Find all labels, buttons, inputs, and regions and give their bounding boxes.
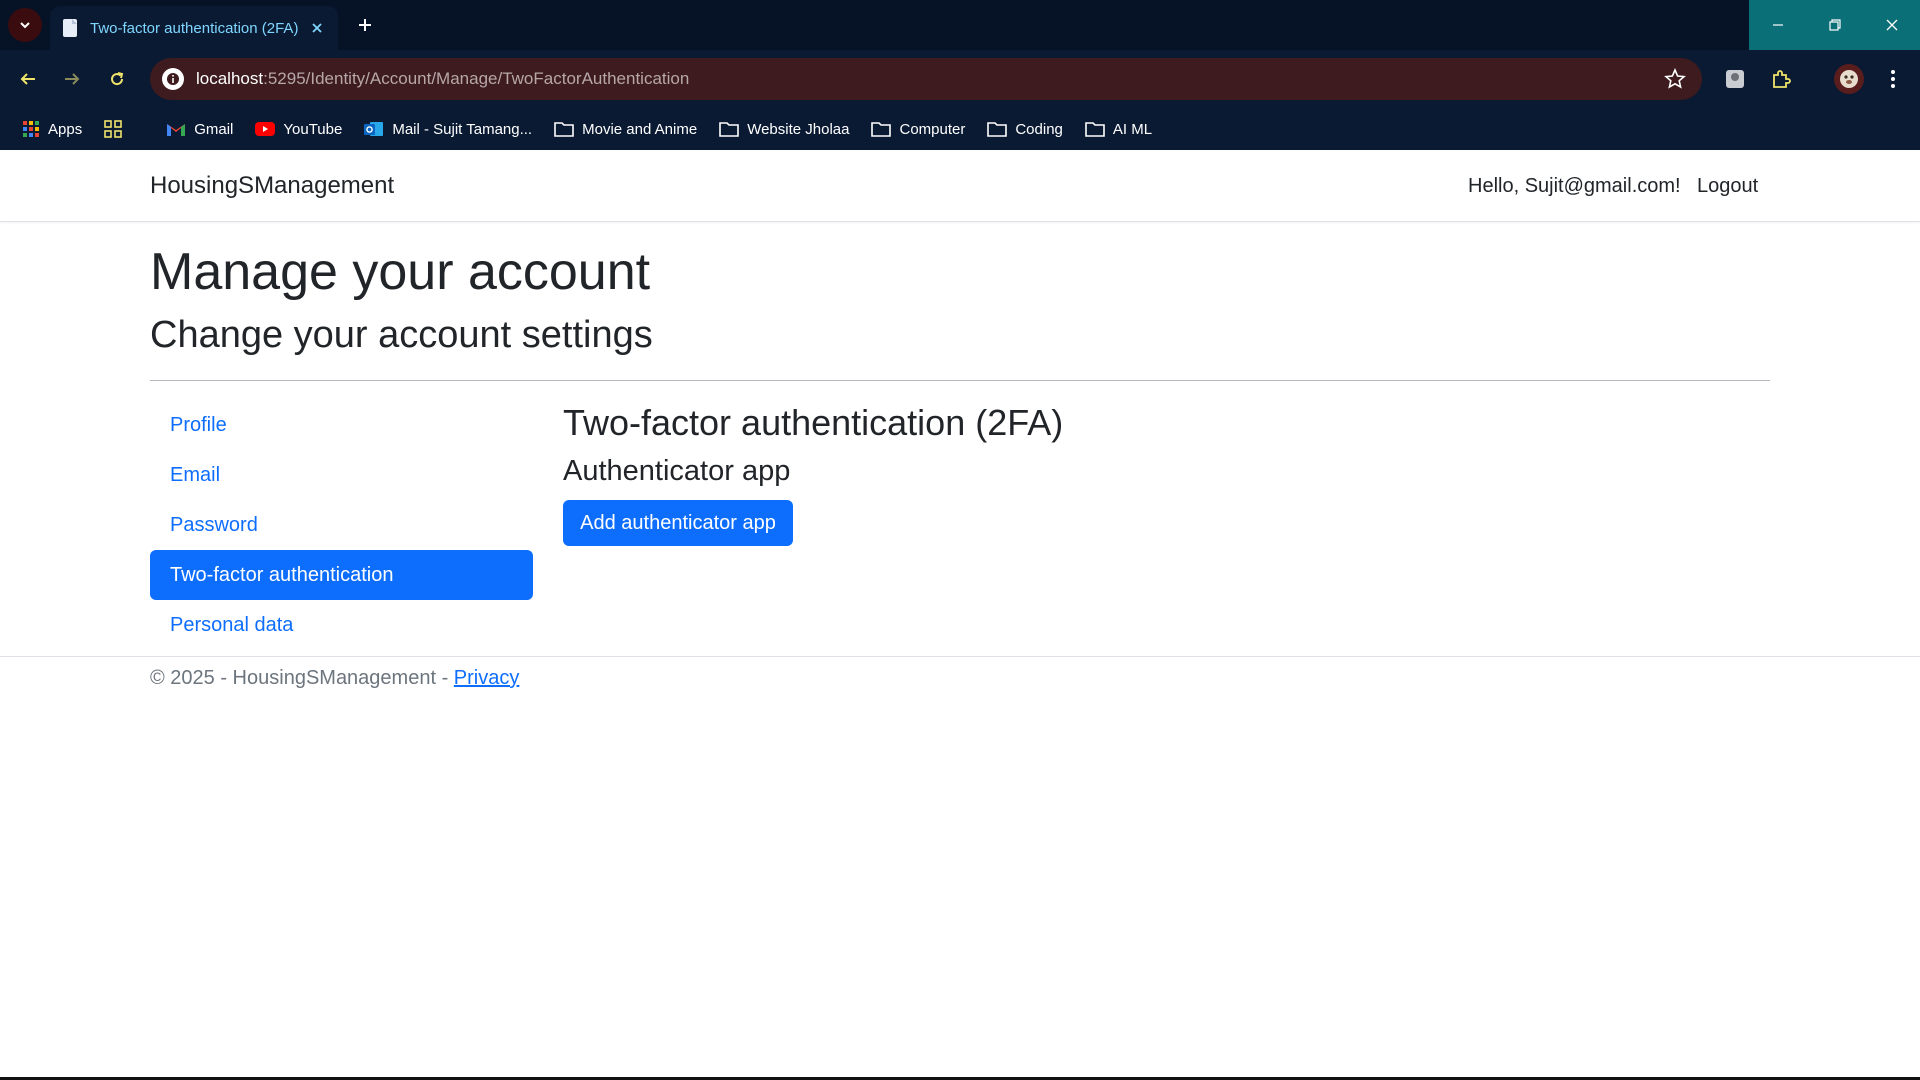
browser-toolbar: localhost:5295/Identity/Account/Manage/T… [0, 50, 1920, 108]
reload-icon [111, 72, 124, 86]
divider [150, 380, 1770, 381]
page-icon [60, 18, 80, 38]
copyright-text: © 2025 - HousingSManagement - [150, 667, 454, 689]
page-title: Manage your account [150, 243, 651, 301]
folder-icon [554, 122, 574, 137]
new-tab-button[interactable] [350, 10, 380, 40]
bookmark-folder[interactable]: AI ML [1085, 121, 1152, 138]
bookmark-youtube[interactable]: YouTube [255, 121, 342, 138]
bookmark-label: AI ML [1112, 120, 1153, 138]
bookmark-star-icon[interactable] [1664, 68, 1686, 90]
site-info-icon[interactable] [162, 68, 184, 90]
forward-button[interactable] [57, 64, 87, 94]
nav-item-profile[interactable]: Profile [150, 400, 533, 450]
url-host: localhost [196, 69, 264, 88]
add-authenticator-button[interactable]: Add authenticator app [563, 500, 793, 546]
bookmark-label: Gmail [194, 120, 234, 138]
bookmark-label: Computer [899, 120, 966, 138]
grid-icon [104, 120, 123, 138]
bookmark-label: Movie and Anime [582, 120, 698, 138]
nav-item-password[interactable]: Password [150, 500, 533, 550]
folder-icon [719, 122, 739, 137]
bookmark-label: YouTube [283, 120, 343, 138]
manage-nav: Profile Email Password Two-factor authen… [150, 400, 533, 650]
section-title: Two-factor authentication (2FA) [563, 402, 1064, 443]
minimize-button[interactable] [1749, 0, 1806, 50]
bookmark-label: Coding [1015, 120, 1063, 138]
plus-icon [359, 19, 371, 31]
brand-link[interactable]: HousingSManagement [150, 172, 394, 200]
folder-icon [987, 122, 1008, 137]
tab-title: Two-factor authentication (2FA) [90, 19, 299, 37]
footer-text: © 2025 - HousingSManagement - Privacy [150, 667, 519, 690]
kebab-menu-icon [1891, 70, 1895, 88]
extension-button[interactable] [1720, 64, 1750, 94]
bookmarks-bar: Apps Gmail YouTube Mail - Sujit Tamang..… [0, 108, 1920, 150]
restore-button[interactable] [1806, 0, 1863, 50]
puzzle-icon [1773, 70, 1791, 88]
footer: © 2025 - HousingSManagement - Privacy [0, 656, 1920, 689]
bookmark-folder[interactable]: Website Jholaa [719, 121, 849, 138]
minimize-icon [1772, 24, 1783, 26]
page-subtitle: Change your account settings [150, 314, 653, 356]
url-path: :5295/Identity/Account/Manage/TwoFactorA… [263, 69, 690, 88]
outlook-icon [364, 122, 384, 136]
arrow-left-icon [20, 73, 35, 85]
bookmark-apps[interactable]: Apps [22, 120, 82, 138]
bookmark-gmail[interactable]: Gmail [166, 121, 233, 138]
profile-avatar[interactable] [1832, 62, 1866, 96]
extension-app-icon [1726, 70, 1744, 88]
bookmark-label: Mail - Sujit Tamang... [392, 120, 533, 138]
avatar-icon [1834, 64, 1864, 94]
nav-item-personal-data[interactable]: Personal data [150, 600, 533, 650]
extensions-menu-button[interactable] [1766, 64, 1796, 94]
bookmark-label: Apps [48, 120, 83, 138]
browser-menu-button[interactable] [1878, 64, 1908, 94]
close-icon [1886, 19, 1897, 31]
close-window-button[interactable] [1863, 0, 1920, 50]
browser-chrome: Two-factor authentication (2FA) localhos… [0, 0, 1920, 150]
address-bar[interactable]: localhost:5295/Identity/Account/Manage/T… [150, 58, 1702, 100]
bookmark-folder[interactable]: Coding [987, 121, 1063, 138]
gmail-icon [167, 124, 186, 136]
tab-active[interactable]: Two-factor authentication (2FA) [50, 6, 338, 50]
logout-button[interactable]: Logout [1697, 175, 1758, 198]
nav-item-email[interactable]: Email [150, 450, 533, 500]
tab-search-button[interactable] [8, 8, 42, 42]
arrow-right-icon [65, 73, 80, 85]
user-greeting-link[interactable]: Hello, Sujit@gmail.com! [1468, 175, 1681, 198]
chevron-down-icon [20, 22, 30, 29]
folder-icon [1085, 122, 1105, 137]
site-navbar: HousingSManagement Hello, Sujit@gmail.co… [0, 150, 1920, 222]
restore-icon [1828, 19, 1841, 31]
youtube-icon [255, 122, 276, 136]
bookmark-mail[interactable]: Mail - Sujit Tamang... [364, 120, 532, 138]
back-button[interactable] [13, 64, 43, 94]
bookmark-grid[interactable] [104, 120, 130, 138]
page-content: HousingSManagement Hello, Sujit@gmail.co… [0, 150, 1920, 1080]
close-tab-icon[interactable] [306, 17, 328, 39]
bookmark-folder[interactable]: Movie and Anime [554, 121, 697, 138]
reload-button[interactable] [102, 64, 132, 94]
bookmark-folder[interactable]: Computer [871, 121, 965, 138]
bookmark-label: Website Jholaa [747, 120, 850, 138]
apps-grid-icon [23, 121, 39, 137]
tab-bar: Two-factor authentication (2FA) [0, 0, 1920, 50]
privacy-link[interactable]: Privacy [454, 667, 520, 689]
nav-item-two-factor[interactable]: Two-factor authentication [150, 550, 533, 600]
section-subtitle: Authenticator app [563, 455, 791, 487]
url-text: localhost:5295/Identity/Account/Manage/T… [196, 69, 689, 89]
folder-icon [871, 122, 892, 137]
